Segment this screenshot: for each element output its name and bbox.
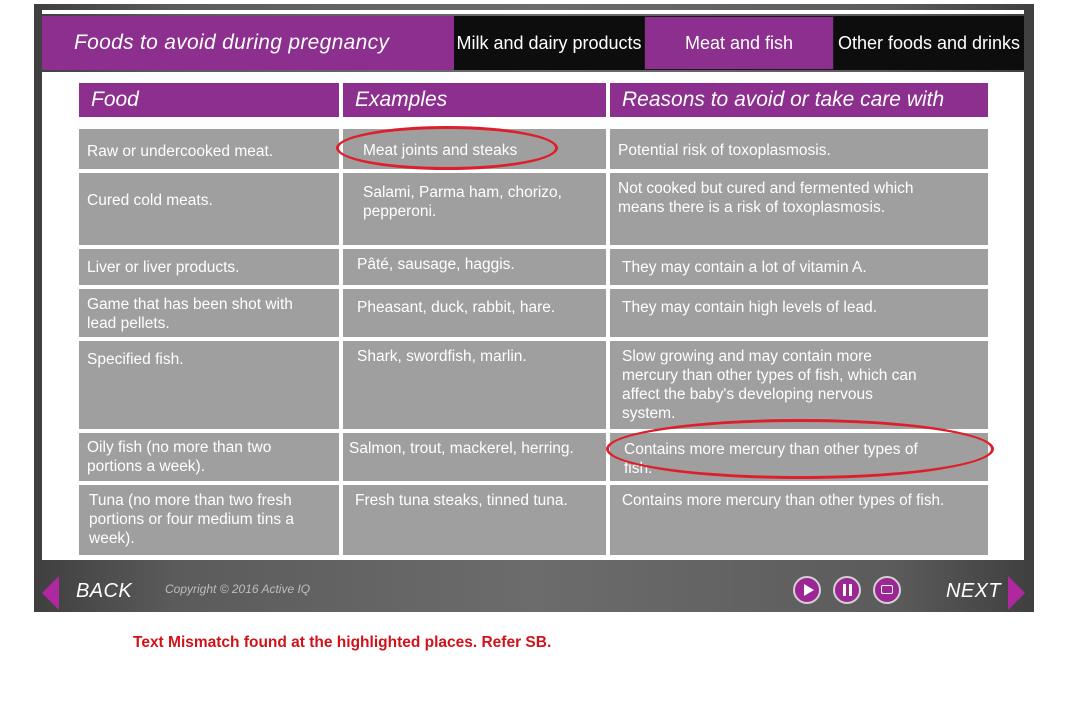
table-cell-examples: Pâté, sausage, haggis. [343,249,606,285]
table-cell-reason: They may contain high levels of lead. [610,289,988,337]
table-cell-reason: Slow growing and may contain more mercur… [610,341,988,429]
column-header-examples: Examples [343,83,606,117]
chat-icon [881,585,893,594]
table-cell-reason: Potential risk of toxoplasmosis. [610,129,988,169]
top-divider [42,10,1024,14]
pause-button[interactable] [833,576,861,604]
table-cell-food: Raw or undercooked meat. [79,129,339,169]
table-cell-examples: Salami, Parma ham, chorizo, pepperoni. [343,173,606,245]
play-icon [804,584,814,596]
copyright-text: Copyright © 2016 Active IQ [165,582,311,596]
next-button[interactable]: NEXT [946,580,1001,603]
table-cell-food: Cured cold meats. [79,173,339,245]
table-cell-food: Tuna (no more than two fresh portions or… [79,485,339,555]
table-cell-food: Game that has been shot with lead pellet… [79,289,339,337]
pause-icon [843,584,846,596]
table-cell-examples: Pheasant, duck, rabbit, hare. [343,289,606,337]
table-cell-food: Liver or liver products. [79,249,339,285]
table-cell-reason: Contains more mercury than other types o… [610,433,988,481]
back-arrow-icon[interactable] [42,576,59,610]
table-cell-reason: They may contain a lot of vitamin A. [610,249,988,285]
header-bar: Foods to avoid during pregnancy Milk and… [42,16,1024,70]
table-cell-food: Specified fish. [79,341,339,429]
next-arrow-icon[interactable] [1008,576,1025,610]
table-cell-reason: Not cooked but cured and fermented which… [610,173,988,245]
play-button[interactable] [793,576,821,604]
table-cell-examples: Shark, swordfish, marlin. [343,341,606,429]
player-footer: BACK Copyright © 2016 Active IQ NEXT [34,564,1034,612]
table-cell-examples: Meat joints and steaks [343,129,606,169]
tab-meat-and-fish[interactable]: Meat and fish [644,16,834,70]
page-title: Foods to avoid during pregnancy [42,16,454,70]
table-cell-examples: Salmon, trout, mackerel, herring. [343,433,606,481]
table-cell-food: Oily fish (no more than two portions a w… [79,433,339,481]
table-cell-reason: Contains more mercury than other types o… [610,485,988,555]
content-panel: Food Examples Reasons to avoid or take c… [42,72,1024,560]
back-button[interactable]: BACK [76,580,132,603]
course-player: Foods to avoid during pregnancy Milk and… [34,4,1034,612]
transcript-button[interactable] [873,576,901,604]
tab-milk-and-dairy[interactable]: Milk and dairy products [454,16,644,70]
pause-icon [849,584,852,596]
table-cell-examples: Fresh tuna steaks, tinned tuna. [343,485,606,555]
tab-other-foods-and-drinks[interactable]: Other foods and drinks [834,16,1024,70]
review-note: Text Mismatch found at the highlighted p… [133,634,552,651]
column-header-food: Food [79,83,339,117]
column-header-reasons: Reasons to avoid or take care with [610,83,988,117]
